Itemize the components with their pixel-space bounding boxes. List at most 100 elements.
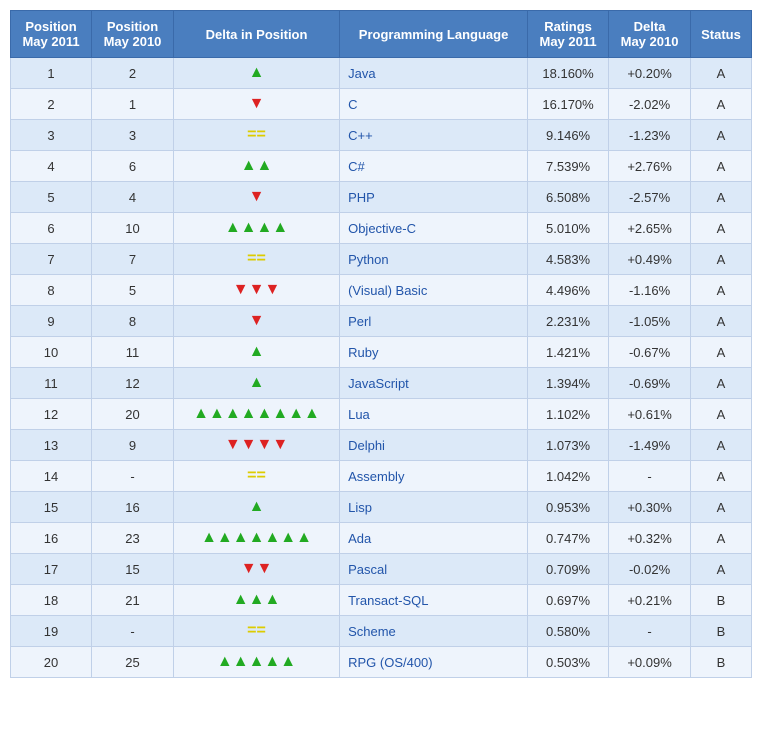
- delta-down-icon: ▼▼▼: [233, 281, 281, 298]
- cell-pos2011: 10: [11, 337, 92, 368]
- cell-delta: ▼: [173, 306, 339, 337]
- cell-delta: ▲: [173, 58, 339, 89]
- cell-pos2010: 12: [92, 368, 174, 399]
- cell-lang: Lua: [340, 399, 528, 430]
- cell-rating: 4.496%: [528, 275, 609, 306]
- delta-up-icon: ▲: [249, 374, 265, 391]
- cell-lang: RPG (OS/400): [340, 647, 528, 678]
- cell-pos2011: 18: [11, 585, 92, 616]
- cell-pos2010: 23: [92, 523, 174, 554]
- cell-lang: C++: [340, 120, 528, 151]
- cell-pos2011: 20: [11, 647, 92, 678]
- cell-rating: 16.170%: [528, 89, 609, 120]
- cell-delta: ▲▲▲▲▲▲▲: [173, 523, 339, 554]
- cell-delta-pct: +0.20%: [609, 58, 691, 89]
- cell-lang: Java: [340, 58, 528, 89]
- cell-pos2010: 2: [92, 58, 174, 89]
- cell-delta-pct: -2.57%: [609, 182, 691, 213]
- cell-pos2011: 3: [11, 120, 92, 151]
- delta-down-icon: ▼▼▼▼: [225, 436, 288, 453]
- cell-lang: C#: [340, 151, 528, 182]
- cell-delta: ▲: [173, 492, 339, 523]
- cell-pos2011: 15: [11, 492, 92, 523]
- table-row: 12 20 ▲▲▲▲▲▲▲▲ Lua 1.102% +0.61% A: [11, 399, 752, 430]
- cell-status: A: [690, 306, 751, 337]
- cell-delta-pct: +0.49%: [609, 244, 691, 275]
- cell-delta-pct: -2.02%: [609, 89, 691, 120]
- delta-up-icon: ▲▲▲▲▲: [217, 653, 296, 670]
- table-row: 9 8 ▼ Perl 2.231% -1.05% A: [11, 306, 752, 337]
- cell-status: A: [690, 89, 751, 120]
- cell-pos2010: 1: [92, 89, 174, 120]
- cell-rating: 18.160%: [528, 58, 609, 89]
- cell-status: B: [690, 616, 751, 647]
- cell-rating: 1.421%: [528, 337, 609, 368]
- delta-down-icon: ▼▼: [241, 560, 273, 577]
- table-row: 19 - == Scheme 0.580% - B: [11, 616, 752, 647]
- delta-up-icon: ▲▲: [241, 157, 273, 174]
- header-delta-pct: DeltaMay 2010: [609, 11, 691, 58]
- cell-lang: Ruby: [340, 337, 528, 368]
- cell-rating: 1.073%: [528, 430, 609, 461]
- cell-lang: Delphi: [340, 430, 528, 461]
- cell-delta: ==: [173, 616, 339, 647]
- cell-delta: ▲▲▲: [173, 585, 339, 616]
- cell-rating: 0.709%: [528, 554, 609, 585]
- table-row: 11 12 ▲ JavaScript 1.394% -0.69% A: [11, 368, 752, 399]
- delta-up-icon: ▲▲▲▲▲▲▲: [201, 529, 312, 546]
- delta-up-icon: ▲▲▲▲: [225, 219, 288, 236]
- cell-status: A: [690, 461, 751, 492]
- cell-lang: C: [340, 89, 528, 120]
- cell-pos2010: 15: [92, 554, 174, 585]
- rankings-table: PositionMay 2011 PositionMay 2010 Delta …: [10, 10, 752, 678]
- cell-delta-pct: -: [609, 616, 691, 647]
- delta-equal-icon: ==: [247, 250, 266, 267]
- table-row: 7 7 == Python 4.583% +0.49% A: [11, 244, 752, 275]
- cell-status: A: [690, 244, 751, 275]
- cell-delta-pct: -0.02%: [609, 554, 691, 585]
- cell-status: B: [690, 647, 751, 678]
- cell-rating: 1.394%: [528, 368, 609, 399]
- cell-rating: 0.580%: [528, 616, 609, 647]
- cell-rating: 2.231%: [528, 306, 609, 337]
- table-row: 20 25 ▲▲▲▲▲ RPG (OS/400) 0.503% +0.09% B: [11, 647, 752, 678]
- cell-lang: Pascal: [340, 554, 528, 585]
- cell-status: A: [690, 120, 751, 151]
- cell-pos2010: 3: [92, 120, 174, 151]
- cell-lang: Perl: [340, 306, 528, 337]
- cell-pos2010: 7: [92, 244, 174, 275]
- cell-delta: ▲▲▲▲▲▲▲▲: [173, 399, 339, 430]
- table-row: 13 9 ▼▼▼▼ Delphi 1.073% -1.49% A: [11, 430, 752, 461]
- cell-delta-pct: -1.16%: [609, 275, 691, 306]
- cell-delta: ==: [173, 244, 339, 275]
- cell-rating: 7.539%: [528, 151, 609, 182]
- header-delta: Delta in Position: [173, 11, 339, 58]
- cell-status: A: [690, 430, 751, 461]
- cell-rating: 1.102%: [528, 399, 609, 430]
- table-row: 6 10 ▲▲▲▲ Objective-C 5.010% +2.65% A: [11, 213, 752, 244]
- table-row: 3 3 == C++ 9.146% -1.23% A: [11, 120, 752, 151]
- cell-lang: Objective-C: [340, 213, 528, 244]
- cell-lang: Lisp: [340, 492, 528, 523]
- table-row: 2 1 ▼ C 16.170% -2.02% A: [11, 89, 752, 120]
- cell-delta-pct: -1.23%: [609, 120, 691, 151]
- header-pos2011: PositionMay 2011: [11, 11, 92, 58]
- cell-status: A: [690, 182, 751, 213]
- cell-pos2011: 13: [11, 430, 92, 461]
- cell-delta: ▼▼▼▼: [173, 430, 339, 461]
- cell-status: A: [690, 554, 751, 585]
- cell-delta: ▲▲▲▲▲: [173, 647, 339, 678]
- cell-delta-pct: +0.30%: [609, 492, 691, 523]
- table-row: 1 2 ▲ Java 18.160% +0.20% A: [11, 58, 752, 89]
- table-row: 8 5 ▼▼▼ (Visual) Basic 4.496% -1.16% A: [11, 275, 752, 306]
- cell-lang: Python: [340, 244, 528, 275]
- cell-pos2011: 19: [11, 616, 92, 647]
- cell-status: A: [690, 368, 751, 399]
- cell-rating: 1.042%: [528, 461, 609, 492]
- cell-status: A: [690, 275, 751, 306]
- delta-down-icon: ▼: [249, 95, 265, 112]
- cell-lang: Ada: [340, 523, 528, 554]
- cell-status: A: [690, 58, 751, 89]
- cell-pos2010: 21: [92, 585, 174, 616]
- cell-pos2011: 12: [11, 399, 92, 430]
